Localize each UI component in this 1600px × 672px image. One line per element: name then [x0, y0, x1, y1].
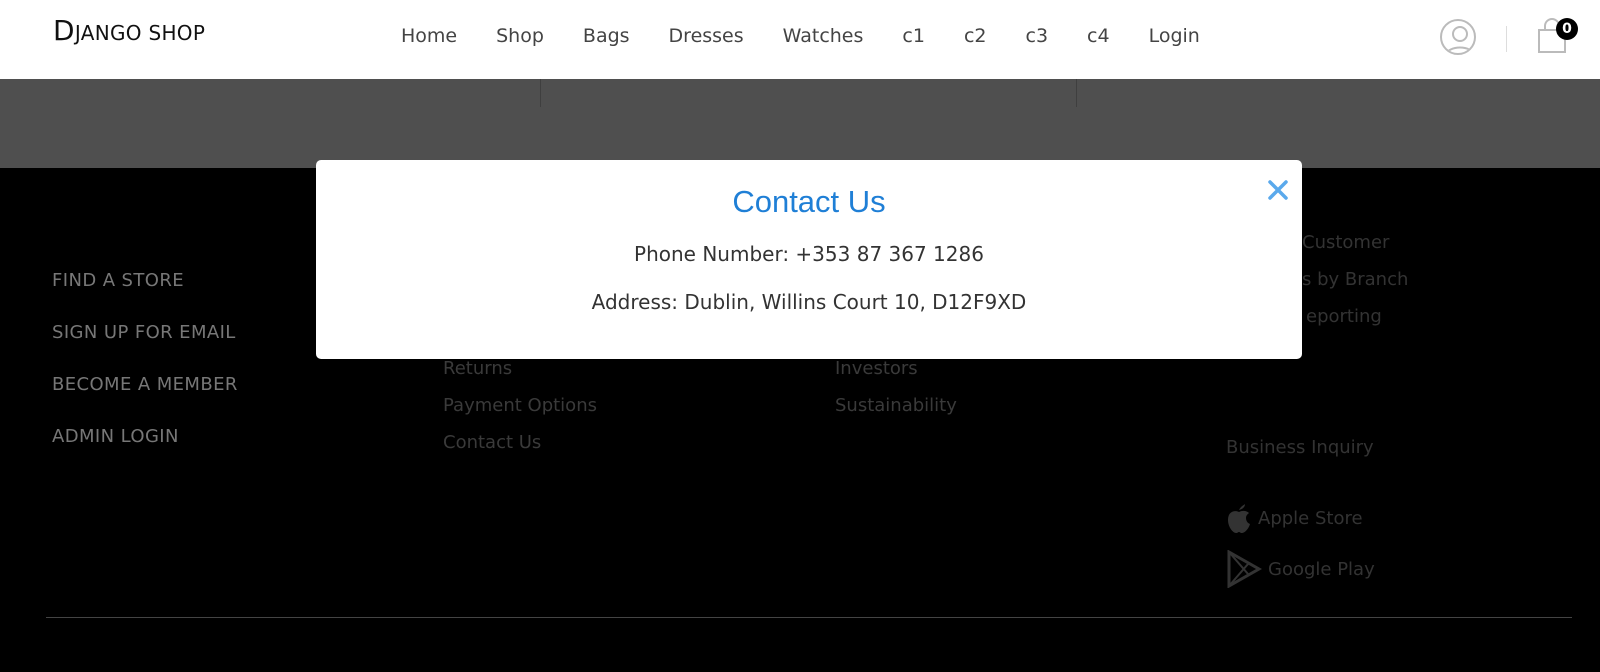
nav-shop[interactable]: Shop: [496, 25, 544, 47]
footer-google-play[interactable]: Google Play: [1226, 550, 1375, 588]
footer-signup-email[interactable]: SIGN UP FOR EMAIL: [52, 322, 236, 343]
nav-login[interactable]: Login: [1149, 25, 1200, 47]
brand-initial: D: [53, 14, 75, 47]
user-account-icon[interactable]: [1440, 19, 1476, 55]
footer-returns[interactable]: Returns: [443, 358, 512, 379]
google-play-label: Google Play: [1268, 558, 1375, 580]
nav-c4[interactable]: c4: [1087, 25, 1110, 47]
brand-name: JANGO SHOP: [74, 21, 206, 45]
footer-contact-us[interactable]: Contact Us: [443, 432, 541, 453]
nav-c2[interactable]: c2: [964, 25, 987, 47]
modal-phone: Phone Number: +353 87 367 1286: [634, 242, 984, 266]
header-divider: [1506, 26, 1507, 52]
nav-home[interactable]: Home: [401, 25, 457, 47]
nav-watches[interactable]: Watches: [783, 25, 864, 47]
modal-title: Contact Us: [732, 184, 886, 219]
footer-business-inquiry[interactable]: Business Inquiry: [1226, 437, 1374, 458]
google-play-icon: [1227, 550, 1262, 588]
footer-investors[interactable]: Investors: [835, 358, 918, 379]
footer-find-store[interactable]: FIND A STORE: [52, 270, 184, 291]
content-divider: [1076, 79, 1077, 107]
nav-dresses[interactable]: Dresses: [669, 25, 744, 47]
footer-divider: [46, 617, 1572, 618]
brand-logo[interactable]: DJANGO SHOP: [53, 14, 205, 47]
cart-count-badge: 0: [1556, 18, 1578, 40]
footer-reporting[interactable]: eporting: [1306, 306, 1382, 327]
modal-address: Address: Dublin, Willins Court 10, D12F9…: [591, 290, 1027, 314]
apple-icon: [1228, 504, 1250, 533]
site-header: DJANGO SHOP Home Shop Bags Dresses Watch…: [0, 0, 1600, 79]
content-divider: [540, 79, 541, 107]
footer-admin-login[interactable]: ADMIN LOGIN: [52, 426, 179, 447]
main-nav: Home Shop Bags Dresses Watches c1 c2 c3 …: [401, 25, 1200, 47]
apple-store-label: Apple Store: [1258, 507, 1363, 529]
close-icon[interactable]: [1266, 178, 1290, 202]
nav-c3[interactable]: c3: [1026, 25, 1049, 47]
nav-c1[interactable]: c1: [902, 25, 925, 47]
footer-sustainability[interactable]: Sustainability: [835, 395, 957, 416]
nav-bags[interactable]: Bags: [583, 25, 630, 47]
footer-payment-options[interactable]: Payment Options: [443, 395, 597, 416]
footer-customer[interactable]: Customer: [1302, 232, 1389, 253]
footer-apple-store[interactable]: Apple Store: [1226, 502, 1363, 534]
footer-by-branch[interactable]: s by Branch: [1302, 269, 1408, 290]
footer-become-member[interactable]: BECOME A MEMBER: [52, 374, 238, 395]
contact-modal: Contact Us Phone Number: +353 87 367 128…: [316, 160, 1302, 359]
page-content-overlay: [0, 79, 1600, 168]
